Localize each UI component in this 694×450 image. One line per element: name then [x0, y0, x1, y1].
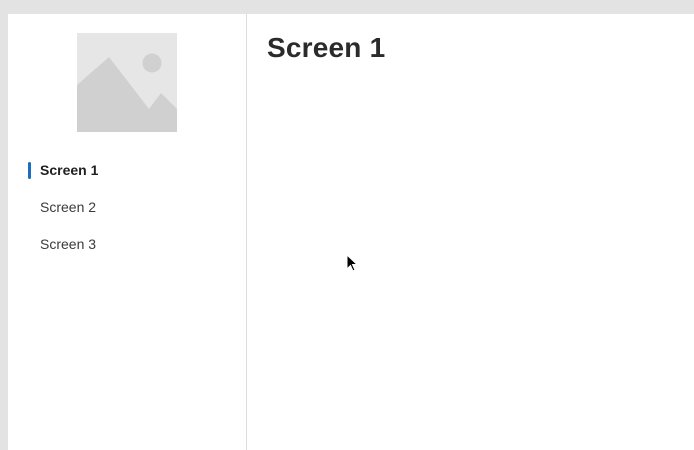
sidebar-item-label: Screen 1 [40, 162, 99, 178]
sidebar-item-screen-3[interactable]: Screen 3 [8, 231, 246, 268]
main-content: Screen 1 [247, 14, 694, 450]
page-title: Screen 1 [267, 32, 386, 63]
mouse-pointer-icon [346, 254, 358, 272]
app-window: Screen 1 Screen 2 Screen 3 Screen 1 [8, 14, 694, 450]
sidebar: Screen 1 Screen 2 Screen 3 [8, 14, 247, 450]
image-placeholder-icon [77, 33, 177, 132]
sidebar-item-screen-1[interactable]: Screen 1 [8, 157, 246, 194]
sidebar-nav: Screen 1 Screen 2 Screen 3 [8, 157, 246, 268]
active-indicator [28, 162, 31, 179]
sidebar-item-label: Screen 3 [40, 236, 97, 252]
sidebar-item-screen-2[interactable]: Screen 2 [8, 194, 246, 231]
sidebar-item-label: Screen 2 [40, 199, 97, 215]
